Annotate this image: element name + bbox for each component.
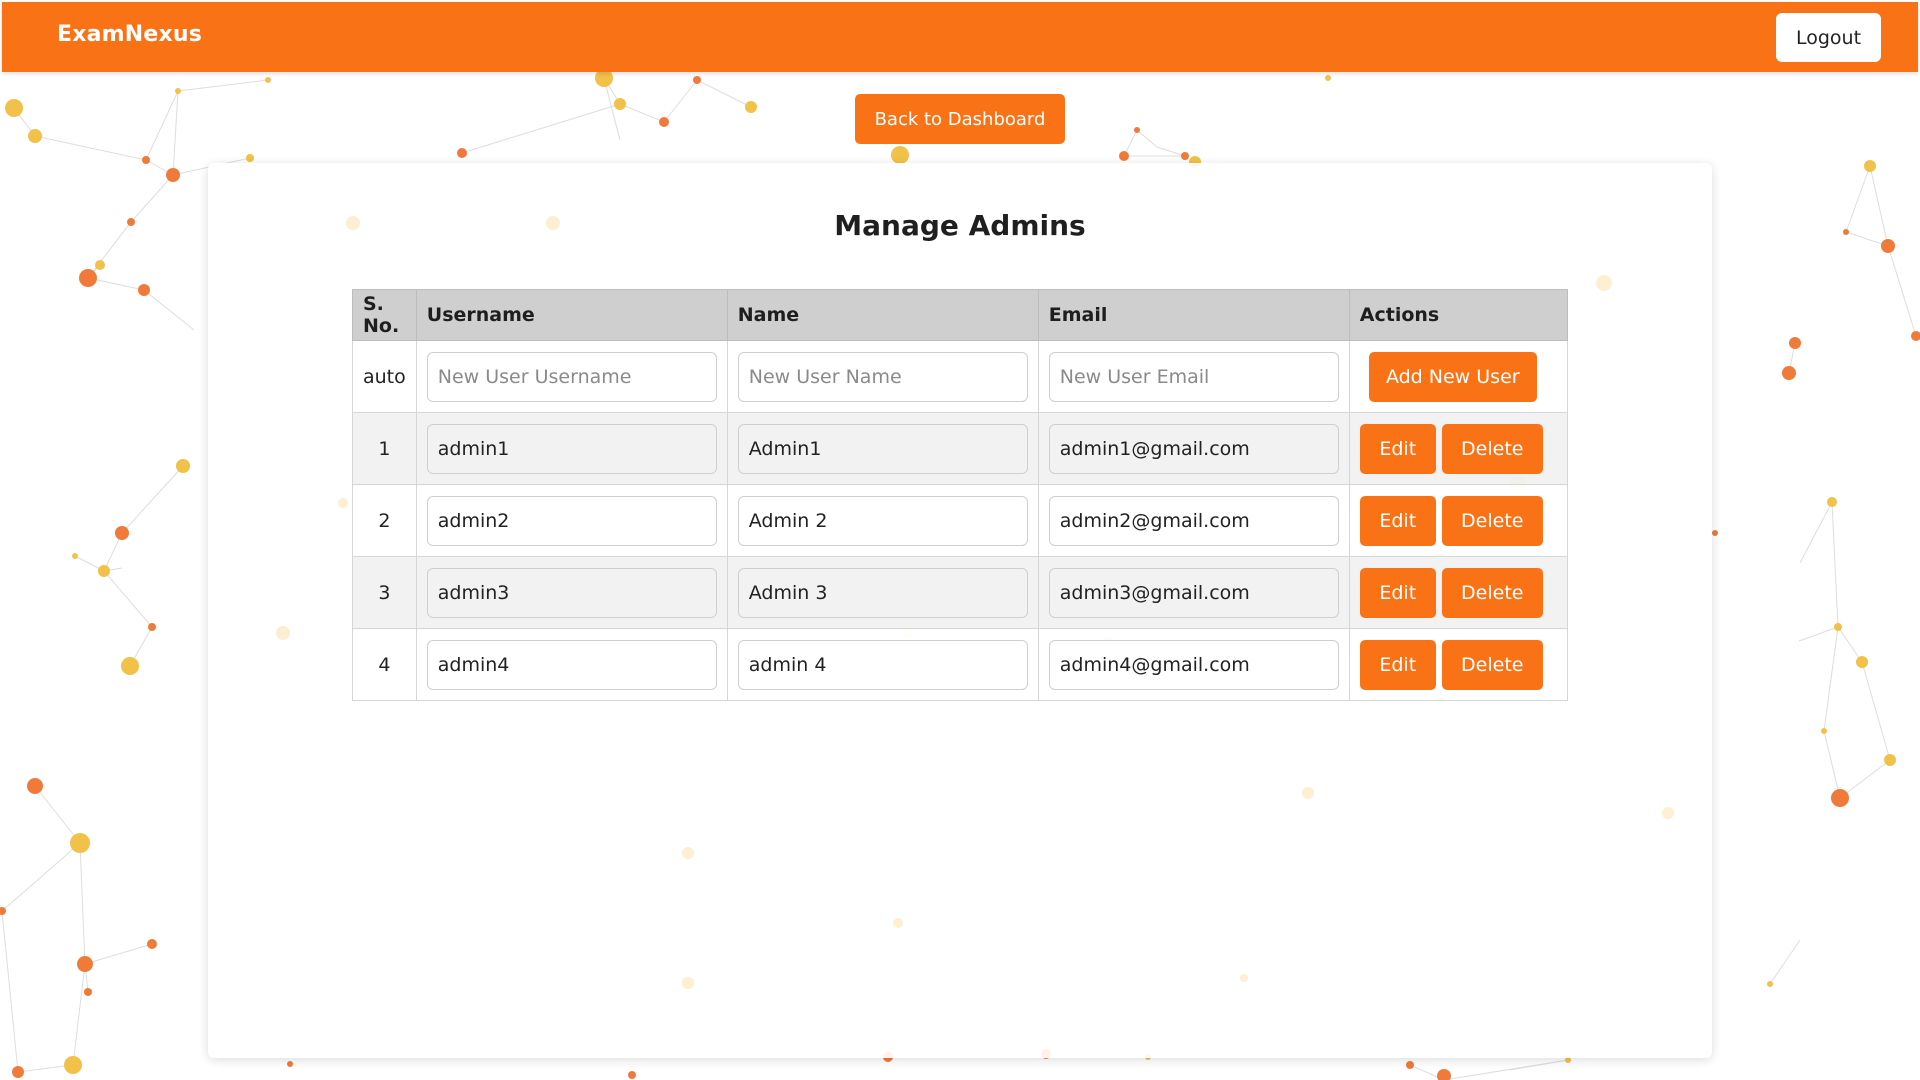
table-row: 3 EditDelete [352,556,1569,629]
email-input[interactable] [1048,567,1339,618]
name-input[interactable] [737,423,1028,474]
email-input[interactable] [1048,423,1339,474]
new-row-sno: auto [352,340,417,413]
name-input[interactable] [737,639,1028,690]
back-to-dashboard-button[interactable]: Back to Dashboard [855,94,1065,144]
username-input[interactable] [426,567,717,618]
table-row: 4 EditDelete [352,628,1569,701]
username-input[interactable] [426,495,717,546]
table-row: 2 EditDelete [352,484,1569,557]
top-navbar: ExamNexus Logout [2,2,1918,72]
column-header-actions: Actions [1348,289,1569,341]
edit-button[interactable]: Edit [1359,639,1436,690]
name-input[interactable] [737,495,1028,546]
add-new-user-button[interactable]: Add New User [1368,351,1537,402]
logout-button[interactable]: Logout [1776,13,1881,62]
table-row: 1 EditDelete [352,412,1569,485]
delete-button[interactable]: Delete [1441,423,1543,474]
edit-button[interactable]: Edit [1359,567,1436,618]
delete-button[interactable]: Delete [1441,567,1543,618]
new-email-input[interactable] [1048,351,1339,402]
brand-logo-text[interactable]: ExamNexus [57,22,202,47]
new-user-row: auto Add New User [352,340,1569,413]
email-input[interactable] [1048,639,1339,690]
manage-admins-card: Manage Admins S. No. Username Name Email… [208,163,1712,1058]
edit-button[interactable]: Edit [1359,495,1436,546]
column-header-name: Name [726,289,1039,341]
row-sno: 1 [352,412,417,485]
new-name-input[interactable] [737,351,1028,402]
table-header-row: S. No. Username Name Email Actions [352,289,1569,341]
column-header-email: Email [1037,289,1350,341]
delete-button[interactable]: Delete [1441,639,1543,690]
row-sno: 3 [352,556,417,629]
row-sno: 4 [352,628,417,701]
page-title: Manage Admins [834,209,1086,242]
username-input[interactable] [426,423,717,474]
email-input[interactable] [1048,495,1339,546]
column-header-sno: S. No. [352,289,417,341]
username-input[interactable] [426,639,717,690]
column-header-username: Username [415,289,728,341]
admins-table: S. No. Username Name Email Actions auto … [352,289,1569,701]
name-input[interactable] [737,567,1028,618]
edit-button[interactable]: Edit [1359,423,1436,474]
delete-button[interactable]: Delete [1441,495,1543,546]
new-username-input[interactable] [426,351,717,402]
row-sno: 2 [352,484,417,557]
